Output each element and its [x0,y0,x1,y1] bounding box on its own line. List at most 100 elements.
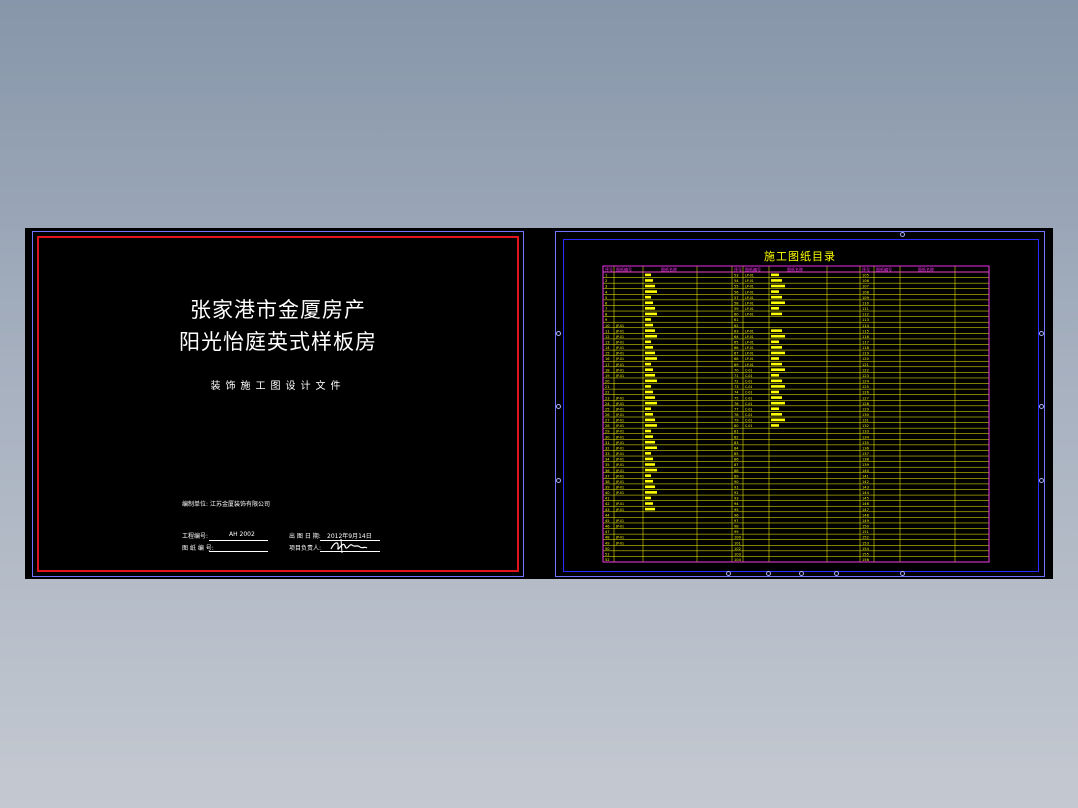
row-number: 67 [734,352,739,356]
drawing-name-text [645,346,653,349]
row-number: 97 [734,519,739,523]
drawing-name-text [771,357,779,360]
row-number: 8 [605,313,608,317]
drawing-code: JP-01 [615,402,624,406]
cad-canvas[interactable]: 张家港市金厦房产 阳光怡庭英式样板房 装饰施工图设计文件 编制单位: 江苏金厦装… [25,228,1053,579]
drawing-code: JP-01 [615,441,624,445]
drawing-code: JP-01 [615,480,624,484]
drawing-name-text [771,418,785,422]
drawing-code: LP-01 [745,313,754,317]
row-number: 64 [734,335,739,339]
row-number: 115 [862,329,869,333]
drawing-code: C-01 [745,385,752,389]
drawing-name-text [645,507,655,511]
drawing-name-text [645,329,655,332]
row-number: 108 [862,290,870,294]
drawing-code: JP-01 [615,419,624,423]
row-number: 39 [605,486,610,490]
drawing-code: JP-01 [615,452,624,456]
drawing-code: LP-01 [745,341,754,345]
drawing-name-text [771,346,782,349]
drawing-name-text [771,273,779,277]
row-number: 92 [734,491,739,495]
drawing-name-text [645,351,655,355]
row-number: 60 [734,313,739,317]
row-number: 155 [862,552,869,556]
row-number: 140 [862,469,870,473]
drawing-code: LP-01 [745,279,754,283]
row-number: 107 [862,285,869,289]
row-number: 125 [862,385,869,389]
row-number: 153 [862,541,869,545]
row-number: 15 [605,352,610,356]
cover-sheet: 张家港市金厦房产 阳光怡庭英式样板房 装饰施工图设计文件 编制单位: 江苏金厦装… [32,231,524,577]
row-number: 74 [734,391,739,395]
row-number: 133 [862,430,869,434]
drawing-name-text [645,373,655,377]
row-number: 101 [734,541,741,545]
cover-title-line1: 张家港市金厦房产 [190,298,366,322]
row-number: 17 [605,363,610,367]
row-number: 13 [605,341,610,345]
row-number: 40 [605,491,610,495]
drawing-code: LP-01 [745,290,754,294]
row-number: 59 [734,307,739,311]
drawing-name-text [645,401,657,405]
drawing-code: C-01 [745,391,752,395]
row-number: 2 [605,279,607,283]
drawing-name-text [645,429,651,433]
row-number: 87 [734,463,739,467]
row-number: 122 [862,368,869,372]
row-number: 106 [862,279,870,283]
drawing-name-text [645,279,653,282]
drawing-name-text [771,413,782,416]
row-number: 10 [605,324,610,328]
project-no-underline [209,540,268,541]
drawing-code: LP-01 [745,363,754,367]
row-number: 105 [862,274,869,278]
drawing-name-text [645,457,653,461]
row-number: 48 [605,536,610,540]
row-number: 27 [605,419,610,423]
drawing-name-text [645,446,657,450]
col-header-name: 图纸名称 [661,266,677,272]
row-number: 50 [605,547,610,551]
row-number: 63 [734,329,739,333]
drawing-code: JP-01 [615,346,624,350]
drawing-name-text [771,424,779,427]
row-number: 41 [605,497,610,501]
signature-icon [330,538,368,554]
row-number: 20 [605,380,610,384]
drawing-code: C-01 [745,380,752,384]
drawing-name-text [645,418,655,422]
row-number: 42 [605,502,610,506]
drawing-name-text [771,351,785,355]
row-number: 75 [734,396,739,400]
date-label: 出 图 日 期: [289,533,321,540]
drawing-code: LP-01 [745,301,754,305]
row-number: 90 [734,480,739,484]
drawing-code: JP-01 [615,519,624,523]
drawing-name-text [645,318,651,321]
row-number: 126 [862,391,870,395]
col-header-name: 图纸名称 [787,266,803,272]
row-number: 130 [862,413,870,417]
row-number: 94 [734,502,739,506]
drawing-name-text [771,396,782,399]
drawing-code: LP-01 [745,335,754,339]
drawing-name-text [645,340,651,344]
drawing-code: JP-01 [615,368,624,372]
drawing-name-text [645,435,653,438]
drawing-name-text [645,468,657,472]
drawing-code: JP-01 [615,458,624,462]
row-number: 96 [734,513,739,517]
col-header-no: 序号 [862,266,870,272]
drawing-name-text [645,407,651,411]
drawing-code: C-01 [745,419,752,423]
row-number: 58 [734,301,739,305]
row-number: 113 [862,318,869,322]
col-header-code: 图纸编号 [745,266,761,272]
row-number: 80 [734,424,739,428]
drawing-name-text [771,340,779,344]
row-number: 32 [605,446,610,450]
